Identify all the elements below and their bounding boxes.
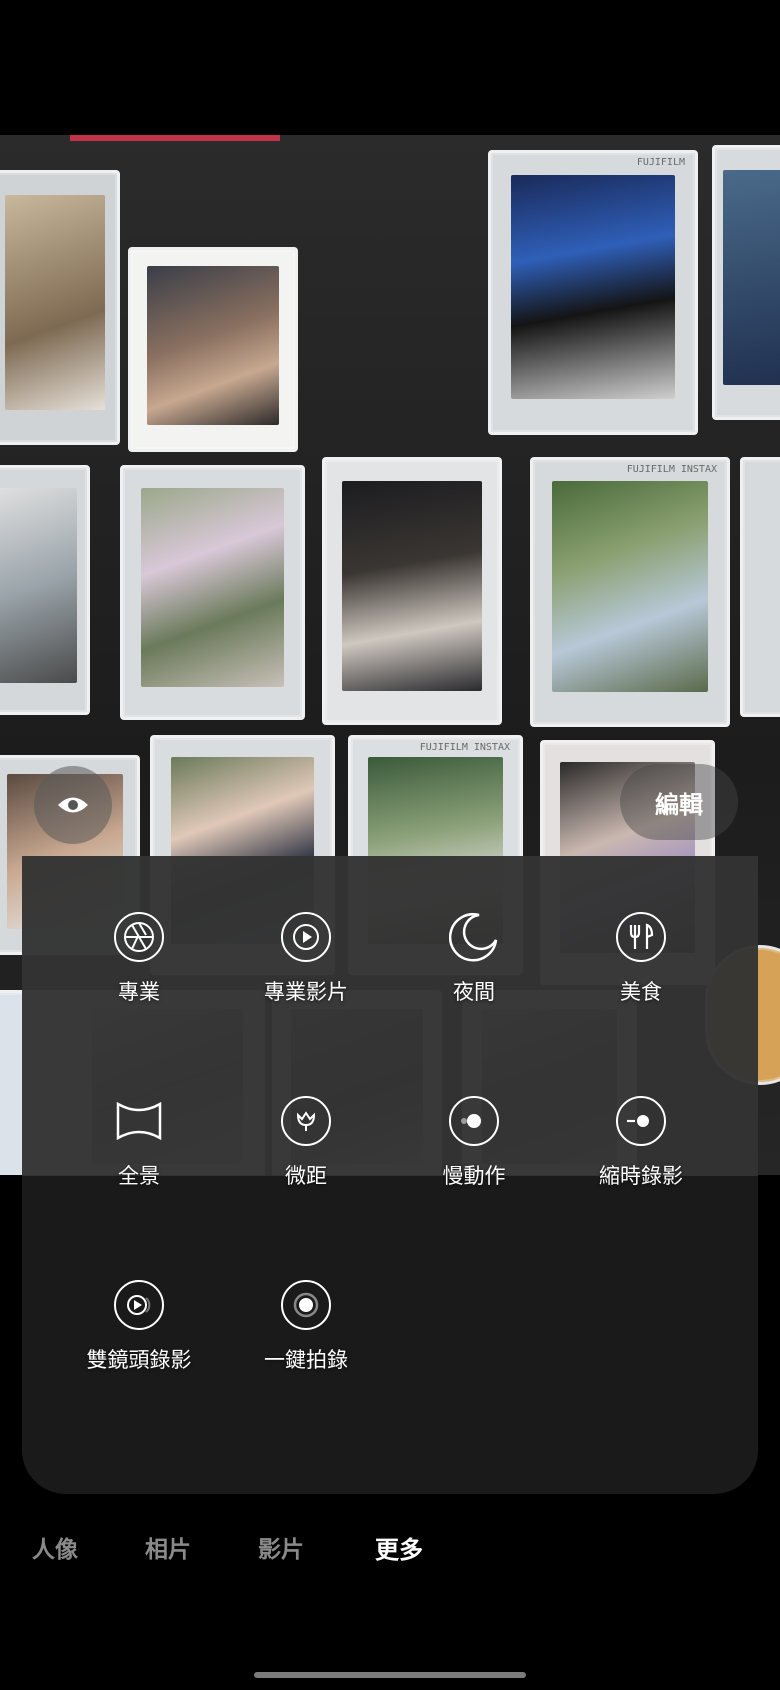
fork-knife-icon [616,912,666,962]
mode-label: 專業 [118,980,160,1004]
tab-portrait[interactable]: 人像 [32,1530,78,1564]
photo-frame [0,465,90,715]
mode-panorama[interactable]: 全景 [55,1096,223,1190]
panorama-icon [114,1096,164,1146]
photo [342,480,482,691]
hyperlapse-icon [616,1096,666,1146]
photo-frame [120,465,305,720]
mode-single-take[interactable]: 一鍵拍錄 [222,1280,390,1374]
photo [140,487,285,688]
frame-brand: FUJIFILM [636,157,685,168]
mode-label: 全景 [118,1164,160,1188]
frame-brand: FUJIFILM INSTAX [419,742,510,753]
mode-label: 專業影片 [264,980,348,1004]
photo-frame: FUJIFILM INSTAX [530,457,730,727]
photo-frame [322,457,502,725]
photo-frame [712,145,780,420]
moon-icon [449,912,499,962]
mode-label: 微距 [285,1164,327,1188]
photo-frame [0,170,120,445]
mode-pro[interactable]: 專業 [55,912,223,1006]
camera-mode-tabs: 人像 相片 影片 更多 [0,1530,780,1580]
photo-frame [740,457,780,717]
wall-red-strip [70,135,280,141]
mode-macro[interactable]: 微距 [222,1096,390,1190]
photo [147,265,279,426]
home-indicator[interactable] [254,1672,526,1678]
photo [0,487,77,683]
photo-frame: FUJIFILM [488,150,698,435]
aperture-icon [114,912,164,962]
mode-pro-video[interactable]: 專業影片 [222,912,390,1006]
photo [552,481,708,693]
dual-recording-icon [114,1280,164,1330]
preview-toggle-button[interactable] [34,766,112,844]
single-take-icon [281,1280,331,1330]
mode-label: 慢動作 [442,1164,506,1188]
mode-dual-recording[interactable]: 雙鏡頭錄影 [55,1280,223,1374]
mode-hyperlapse[interactable]: 縮時錄影 [557,1096,725,1190]
tab-photo[interactable]: 相片 [145,1530,191,1564]
mode-slow-motion[interactable]: 慢動作 [390,1096,558,1190]
mode-night[interactable]: 夜間 [390,912,558,1006]
eye-icon [58,797,88,813]
macro-flower-icon [281,1096,331,1146]
tab-video[interactable]: 影片 [258,1530,304,1564]
mode-food[interactable]: 美食 [557,912,725,1006]
slow-motion-icon [449,1096,499,1146]
mode-label: 夜間 [453,980,495,1004]
mode-label: 雙鏡頭錄影 [86,1348,192,1372]
photo [511,175,675,399]
photo [5,194,105,410]
edit-button[interactable]: 編輯 [620,764,738,840]
mode-label: 美食 [620,980,662,1004]
photo-frame [128,247,298,452]
mode-label: 縮時錄影 [599,1164,683,1188]
tab-more[interactable]: 更多 [375,1530,423,1565]
pro-video-play-icon [281,912,331,962]
mode-label: 一鍵拍錄 [264,1348,348,1372]
photo [723,169,780,385]
frame-brand: FUJIFILM INSTAX [626,464,717,475]
